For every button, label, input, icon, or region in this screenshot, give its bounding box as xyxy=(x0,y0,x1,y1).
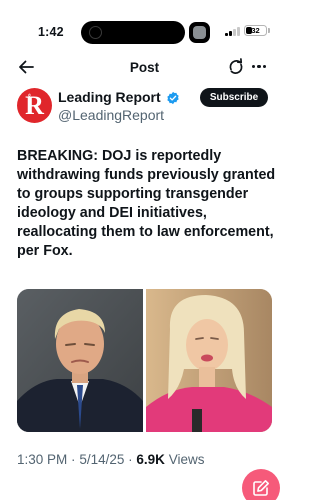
signal-icon xyxy=(225,27,240,36)
battery-level: 32 xyxy=(251,26,260,35)
more-icon[interactable] xyxy=(252,65,266,69)
meta-separator: · xyxy=(128,452,133,467)
recording-indicator-icon xyxy=(89,26,102,39)
refresh-icon[interactable] xyxy=(228,58,244,76)
compose-icon xyxy=(253,480,269,496)
verified-badge-icon xyxy=(167,91,179,105)
screen: 1:42 32 Post R LEADING Leading Report @L… xyxy=(0,0,289,500)
tweet-media xyxy=(17,289,272,432)
battery-icon: 32 xyxy=(244,25,267,36)
tweet-time: 1:30 PM xyxy=(17,452,68,467)
subscribe-button[interactable]: Subscribe xyxy=(200,88,268,107)
avatar[interactable]: R LEADING xyxy=(17,88,52,123)
author-handle[interactable]: @LeadingReport xyxy=(58,107,164,123)
avatar-letter: R xyxy=(25,91,44,120)
tweet-meta: 1:30 PM · 5/14/25 · 6.9K Views xyxy=(17,452,204,467)
author-display-name[interactable]: Leading Report xyxy=(58,89,161,105)
status-time: 1:42 xyxy=(38,25,64,39)
compose-button[interactable] xyxy=(242,469,280,500)
views-count: 6.9K xyxy=(136,452,165,467)
live-activity-icon xyxy=(189,22,210,43)
tweet-text: BREAKING: DOJ is reportedly withdrawing … xyxy=(17,148,276,259)
meta-separator: · xyxy=(71,452,76,467)
media-image-2[interactable] xyxy=(146,289,272,432)
media-image-1[interactable] xyxy=(17,289,143,432)
views-label: Views xyxy=(168,452,205,467)
status-bar: 1:42 32 xyxy=(0,0,289,52)
avatar-wordmark: LEADING xyxy=(26,93,32,112)
page-title: Post xyxy=(129,60,160,75)
dynamic-island xyxy=(81,21,185,44)
tweet-date: 5/14/25 xyxy=(79,452,125,467)
nav-bar: Post xyxy=(0,52,289,82)
battery-nub xyxy=(268,28,270,33)
